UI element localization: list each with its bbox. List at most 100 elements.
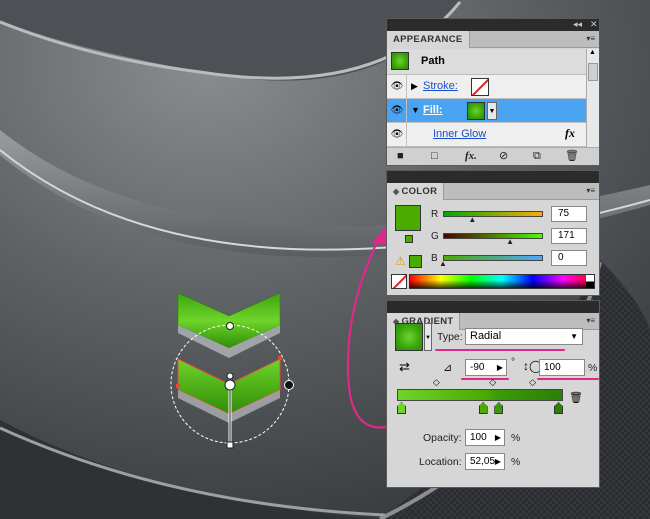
gradient-midpoint-icon[interactable]: ◇ bbox=[529, 377, 536, 388]
collapse-icon[interactable]: ◂◂ bbox=[573, 18, 582, 30]
gradient-stop-icon[interactable] bbox=[494, 402, 504, 414]
gradient-origin-handle[interactable] bbox=[224, 379, 236, 391]
gradient-end-handle[interactable] bbox=[226, 441, 234, 449]
appearance-fill-row[interactable]: 👁 ▼ Fill: ▼ bbox=[387, 99, 587, 123]
gradient-midpoint-icon[interactable]: ◇ bbox=[489, 377, 496, 388]
appearance-stroke-row[interactable]: 👁 ▶ Stroke: bbox=[387, 75, 587, 99]
color-spectrum-bar[interactable] bbox=[409, 274, 595, 289]
aspect-ratio-input[interactable]: 100 bbox=[539, 359, 585, 376]
add-effect-icon[interactable]: fx. bbox=[465, 150, 477, 163]
channel-g-input[interactable]: 171 bbox=[551, 228, 587, 244]
out-of-gamut-warning-icon[interactable]: ⚠ bbox=[395, 254, 406, 268]
none-color-button[interactable] bbox=[391, 274, 407, 289]
delete-stop-icon[interactable]: 🗑 bbox=[569, 391, 583, 404]
aspect-percent-symbol: % bbox=[588, 362, 598, 374]
appearance-effect-row[interactable]: 👁 Inner Glow fx bbox=[387, 123, 587, 147]
panel-menu-icon[interactable]: ▾≡ bbox=[586, 34, 595, 44]
opacity-percent-symbol: % bbox=[511, 432, 521, 444]
color-titlebar[interactable] bbox=[387, 171, 599, 183]
location-input[interactable]: 52,05 ▶ bbox=[465, 453, 505, 470]
gradient-midpoints: ◇ ◇ ◇ bbox=[397, 377, 563, 389]
stroke-link[interactable]: Stroke: bbox=[423, 80, 458, 92]
channel-r-slider[interactable] bbox=[443, 211, 543, 217]
panel-menu-icon[interactable]: ▾≡ bbox=[586, 186, 595, 196]
appearance-titlebar[interactable]: ◂◂ ✕ bbox=[387, 19, 599, 31]
opacity-input[interactable]: 100 ▶ bbox=[465, 429, 505, 446]
duplicate-item-icon[interactable]: ⧉ bbox=[533, 150, 541, 163]
gradient-type-select[interactable]: Radial ▼ bbox=[465, 328, 583, 345]
expand-triangle-icon[interactable]: ▶ bbox=[411, 81, 418, 92]
scroll-up-icon[interactable]: ▲ bbox=[589, 49, 596, 56]
channel-b-thumb-icon[interactable]: ▲ bbox=[439, 259, 447, 268]
appearance-tab[interactable]: APPEARANCE bbox=[387, 31, 470, 48]
collapse-triangle-icon[interactable]: ▼ bbox=[411, 105, 420, 115]
channel-b-input[interactable]: 0 bbox=[551, 250, 587, 266]
gradient-stop-icon[interactable] bbox=[478, 402, 488, 414]
channel-r-input[interactable]: 75 bbox=[551, 206, 587, 222]
angle-input[interactable]: -90 ▶ bbox=[465, 359, 507, 376]
anchor-point[interactable] bbox=[278, 356, 282, 360]
appearance-path-row[interactable]: Path bbox=[387, 49, 587, 75]
tab-arrows-icon: ◆ bbox=[393, 187, 400, 196]
color-panel: ◆ COLOR ▾≡ ⚠ R ▲ 75 G ▲ 171 B ▲ 0 bbox=[386, 170, 600, 296]
current-fill-swatch[interactable] bbox=[395, 205, 421, 231]
eye-column: 👁 bbox=[387, 99, 407, 123]
degree-symbol: ° bbox=[511, 356, 516, 368]
location-value: 52,05 bbox=[470, 456, 496, 467]
in-gamut-swatch[interactable] bbox=[409, 255, 422, 268]
gradient-midpoint-icon[interactable]: ◇ bbox=[433, 377, 440, 388]
web-color-swatch[interactable] bbox=[405, 235, 413, 243]
panel-menu-icon[interactable]: ▾≡ bbox=[586, 316, 595, 326]
none-slash bbox=[392, 275, 406, 288]
gradient-stop-icon[interactable] bbox=[554, 402, 563, 414]
scroll-thumb[interactable] bbox=[588, 63, 598, 81]
eye-column: 👁 bbox=[387, 123, 407, 147]
channel-r-label: R bbox=[431, 209, 439, 220]
angle-icon: ⊿ bbox=[443, 362, 453, 374]
reverse-gradient-icon[interactable]: ⇄ bbox=[399, 359, 410, 375]
visibility-eye-icon[interactable]: 👁 bbox=[390, 80, 404, 94]
inner-glow-link[interactable]: Inner Glow bbox=[433, 128, 486, 140]
gradient-aspect-handle[interactable] bbox=[284, 380, 294, 390]
opacity-value: 100 bbox=[470, 432, 487, 443]
black-white-swatches[interactable] bbox=[586, 275, 594, 288]
fill-link[interactable]: Fill: bbox=[423, 104, 443, 116]
fill-swatch[interactable] bbox=[467, 102, 485, 120]
angle-dropdown-icon[interactable]: ▶ bbox=[497, 360, 503, 375]
gradient-type-label: Type: bbox=[437, 331, 463, 343]
fill-dropdown-icon[interactable]: ▼ bbox=[487, 102, 497, 120]
opacity-dropdown-icon[interactable]: ▶ bbox=[495, 430, 501, 445]
appearance-toolbar: ■ □ fx. ⊘ ⧉ 🗑 bbox=[387, 147, 599, 165]
location-dropdown-icon[interactable]: ▶ bbox=[495, 454, 501, 469]
location-label: Location: bbox=[419, 456, 462, 468]
gradient-swatch-dropdown-icon[interactable]: ▼ bbox=[424, 323, 432, 351]
color-tab-label: COLOR bbox=[401, 186, 438, 197]
visibility-eye-icon[interactable]: 👁 bbox=[390, 128, 404, 142]
delete-item-icon[interactable]: 🗑 bbox=[565, 150, 579, 163]
gradient-start-marker[interactable] bbox=[226, 372, 234, 380]
channel-r-thumb-icon[interactable]: ▲ bbox=[468, 215, 476, 224]
clear-appearance-icon[interactable]: ⊘ bbox=[499, 150, 508, 163]
anchor-point[interactable] bbox=[176, 384, 180, 388]
close-icon[interactable]: ✕ bbox=[590, 18, 598, 30]
channel-g-slider[interactable] bbox=[443, 233, 543, 239]
clear-icon[interactable]: ■ bbox=[397, 150, 404, 163]
annotation-underline-aspect bbox=[537, 378, 599, 380]
opacity-label: Opacity: bbox=[423, 432, 462, 444]
new-art-basic-icon[interactable]: □ bbox=[431, 150, 438, 163]
appearance-scrollbar[interactable]: ▲ ▼ bbox=[586, 49, 599, 155]
color-tab[interactable]: ◆ COLOR bbox=[387, 183, 445, 200]
gradient-titlebar[interactable] bbox=[387, 301, 599, 313]
visibility-eye-icon[interactable]: 👁 bbox=[390, 104, 404, 118]
gradient-swatch[interactable] bbox=[395, 323, 423, 351]
annotation-underline-type bbox=[435, 349, 565, 351]
gradient-slider-bar[interactable] bbox=[397, 389, 563, 401]
channel-b-slider[interactable] bbox=[443, 255, 543, 261]
path-label: Path bbox=[421, 55, 445, 67]
fx-icon[interactable]: fx bbox=[565, 126, 575, 141]
gradient-stop-icon[interactable] bbox=[397, 402, 406, 414]
gradient-top-handle[interactable] bbox=[226, 322, 234, 330]
chevron-down-icon[interactable]: ▼ bbox=[570, 329, 578, 344]
stroke-none-swatch[interactable] bbox=[471, 78, 489, 96]
channel-g-thumb-icon[interactable]: ▲ bbox=[506, 237, 514, 246]
